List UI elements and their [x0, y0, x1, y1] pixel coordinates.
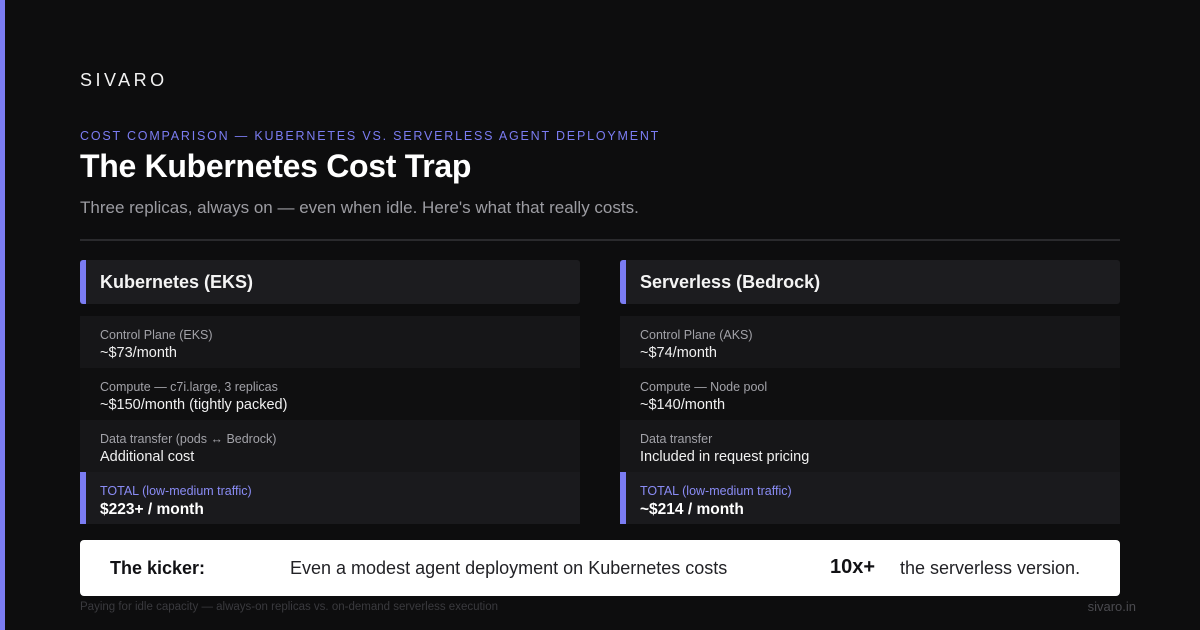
total-value: $223+ / month	[100, 501, 204, 518]
cost-row-value: ~$74/month	[640, 345, 717, 361]
cost-row-value: Additional cost	[100, 449, 195, 465]
kicker-multiplier: 10x+	[830, 556, 876, 578]
cost-row-label: Control Plane (EKS)	[100, 328, 213, 342]
serverless-total-row: TOTAL (low-medium traffic) ~$214 / month	[620, 472, 1120, 524]
serverless-cost-rows: Control Plane (AKS) ~$74/month Compute —…	[620, 316, 1120, 524]
total-label: TOTAL (low-medium traffic)	[640, 484, 792, 498]
cost-row-label: Compute — Node pool	[640, 380, 768, 394]
kicker-text: Even a modest agent deployment on Kubern…	[290, 558, 728, 578]
footer-url: sivaro.in	[1087, 599, 1136, 614]
serverless-column: Serverless (Bedrock) Control Plane (AKS)…	[620, 260, 1120, 524]
serverless-column-header: Serverless (Bedrock)	[620, 260, 1120, 304]
cost-row-value: ~$73/month	[100, 345, 177, 361]
cost-row: Data transfer (pods ↔ Bedrock) Additiona…	[80, 420, 580, 472]
kubernetes-column-header: Kubernetes (EKS)	[80, 260, 580, 304]
cost-row-label: Compute — c7i.large, 3 replicas	[100, 380, 278, 394]
kicker-label: The kicker:	[110, 558, 206, 578]
kubernetes-column: Kubernetes (EKS) Control Plane (EKS) ~$7…	[80, 260, 580, 524]
brand-logo: SIVARO	[80, 70, 168, 90]
kubernetes-cost-rows: Control Plane (EKS) ~$73/month Compute —…	[80, 316, 580, 524]
cost-row: Control Plane (EKS) ~$73/month	[80, 316, 580, 368]
cost-row: Data transfer Included in request pricin…	[620, 420, 1120, 472]
kicker-callout: The kicker: Even a modest agent deployme…	[80, 540, 1120, 596]
total-value: ~$214 / month	[640, 501, 744, 518]
cost-row-label: Control Plane (AKS)	[640, 328, 753, 342]
page-subtitle: Three replicas, always on — even when id…	[80, 198, 639, 217]
total-label: TOTAL (low-medium traffic)	[100, 484, 252, 498]
footer-note: Paying for idle capacity — always-on rep…	[80, 601, 499, 613]
cost-row: Compute — Node pool ~$140/month	[620, 368, 1120, 420]
cost-row: Control Plane (AKS) ~$74/month	[620, 316, 1120, 368]
cost-row-value: Included in request pricing	[640, 449, 810, 465]
kicker-tail: the serverless version.	[900, 558, 1081, 578]
cost-row: Compute — c7i.large, 3 replicas ~$150/mo…	[80, 368, 580, 420]
accent-bar	[0, 0, 5, 630]
cost-row-label: Data transfer (pods ↔ Bedrock)	[100, 432, 277, 446]
kubernetes-total-row: TOTAL (low-medium traffic) $223+ / month	[80, 472, 580, 524]
cost-row-value: ~$150/month (tightly packed)	[100, 397, 288, 413]
cost-row-value: ~$140/month	[640, 397, 726, 413]
page-title: The Kubernetes Cost Trap	[80, 148, 472, 184]
cost-row-label: Data transfer	[640, 432, 713, 446]
divider	[80, 239, 1120, 241]
eyebrow-label: COST COMPARISON — KUBERNETES VS. SERVERL…	[80, 129, 661, 143]
